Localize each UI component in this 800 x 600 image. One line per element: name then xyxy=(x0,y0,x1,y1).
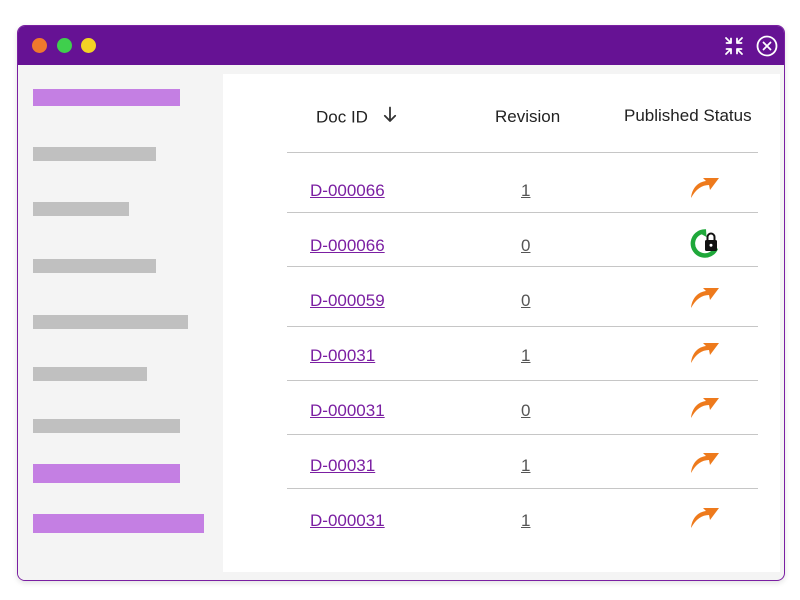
revision-link[interactable]: 0 xyxy=(521,401,530,421)
app-window: Doc ID Revision Published Status D-00006… xyxy=(17,25,785,581)
revision-link[interactable]: 0 xyxy=(521,236,530,256)
row-divider xyxy=(287,488,758,489)
sidebar-item-1[interactable] xyxy=(33,89,180,106)
window-maximize-dot[interactable] xyxy=(57,38,72,53)
compress-icon[interactable] xyxy=(723,35,745,57)
doc-id-link[interactable]: D-000031 xyxy=(310,511,385,531)
table-row[interactable]: D-000066 0 xyxy=(287,219,758,273)
row-divider xyxy=(287,212,758,213)
sidebar-item-8[interactable] xyxy=(33,464,180,483)
row-divider xyxy=(287,434,758,435)
revision-link[interactable]: 1 xyxy=(521,511,530,531)
sidebar-item-9[interactable] xyxy=(33,514,204,533)
table-row[interactable]: D-000031 0 xyxy=(287,384,758,438)
sidebar-item-5[interactable] xyxy=(33,315,188,329)
row-divider xyxy=(287,326,758,327)
column-header-doc-id-label: Doc ID xyxy=(316,107,368,127)
table-row[interactable]: D-000066 1 xyxy=(287,164,758,218)
sidebar xyxy=(18,65,223,580)
published-share-icon[interactable] xyxy=(688,392,722,426)
doc-id-link[interactable]: D-00031 xyxy=(310,456,375,476)
revision-link[interactable]: 1 xyxy=(521,346,530,366)
row-divider xyxy=(287,380,758,381)
doc-id-link[interactable]: D-000066 xyxy=(310,236,385,256)
arrow-down-icon[interactable] xyxy=(383,106,397,128)
documents-panel: Doc ID Revision Published Status D-00006… xyxy=(223,74,780,572)
published-share-icon[interactable] xyxy=(688,337,722,371)
table-row[interactable]: D-000059 0 xyxy=(287,274,758,328)
table-row[interactable]: D-000031 1 xyxy=(287,494,758,548)
table-row[interactable]: D-00031 1 xyxy=(287,439,758,493)
window-minimize-dot[interactable] xyxy=(81,38,96,53)
doc-id-link[interactable]: D-000066 xyxy=(310,181,385,201)
doc-id-link[interactable]: D-00031 xyxy=(310,346,375,366)
sidebar-item-7[interactable] xyxy=(33,419,180,433)
column-header-doc-id[interactable]: Doc ID xyxy=(316,106,397,129)
column-header-published-status[interactable]: Published Status xyxy=(624,106,752,126)
sync-locked-icon[interactable] xyxy=(688,227,722,261)
sidebar-item-2[interactable] xyxy=(33,147,156,161)
published-share-icon[interactable] xyxy=(688,282,722,316)
published-share-icon[interactable] xyxy=(688,502,722,536)
published-share-icon[interactable] xyxy=(688,447,722,481)
revision-link[interactable]: 0 xyxy=(521,291,530,311)
revision-link[interactable]: 1 xyxy=(521,456,530,476)
sidebar-item-4[interactable] xyxy=(33,259,156,273)
revision-link[interactable]: 1 xyxy=(521,181,530,201)
published-share-icon[interactable] xyxy=(688,172,722,206)
row-divider xyxy=(287,266,758,267)
sidebar-item-3[interactable] xyxy=(33,202,129,216)
sidebar-item-6[interactable] xyxy=(33,367,147,381)
close-icon[interactable] xyxy=(756,35,778,57)
header-divider xyxy=(287,152,758,153)
table-row[interactable]: D-00031 1 xyxy=(287,329,758,383)
window-close-dot[interactable] xyxy=(32,38,47,53)
title-bar xyxy=(18,26,784,65)
doc-id-link[interactable]: D-000031 xyxy=(310,401,385,421)
doc-id-link[interactable]: D-000059 xyxy=(310,291,385,311)
column-header-revision[interactable]: Revision xyxy=(495,107,560,127)
